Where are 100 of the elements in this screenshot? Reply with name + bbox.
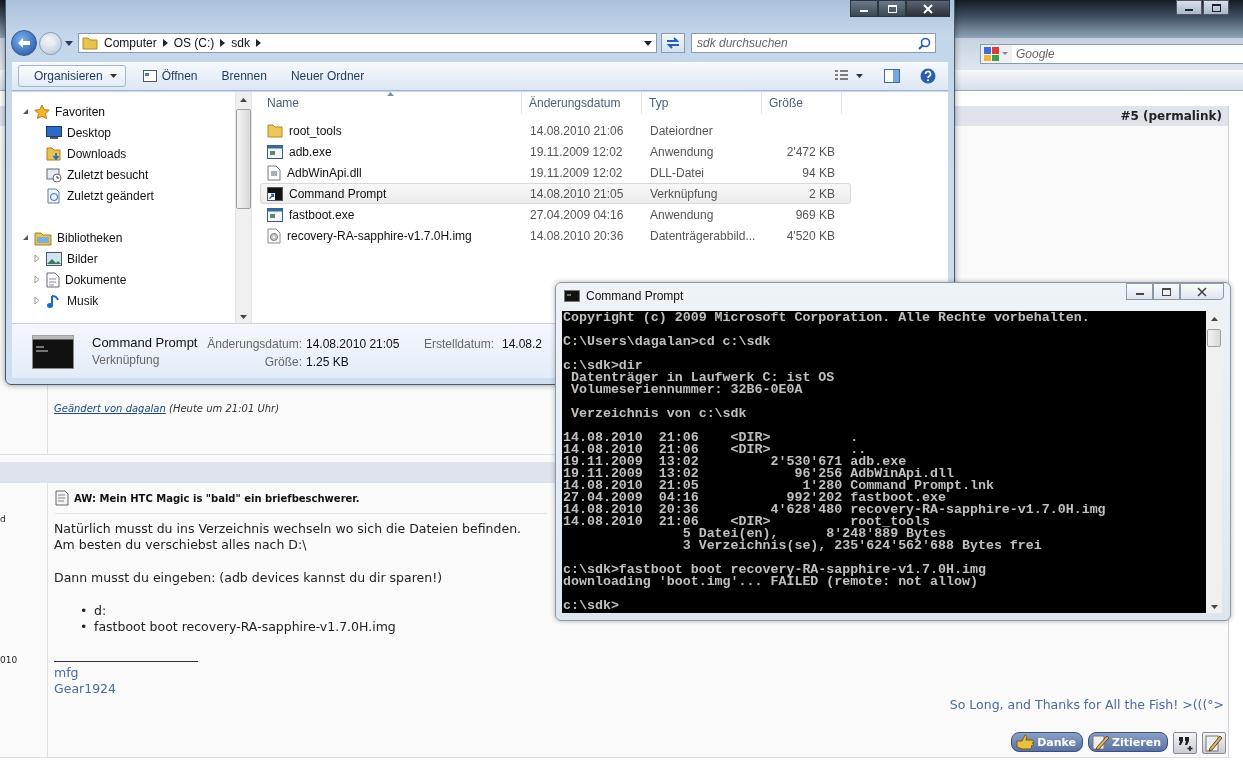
edit-button[interactable] [1202,732,1226,754]
table-cell-text: 19.11.2009 12:02 [529,165,624,180]
nav-item[interactable]: Zuletzt geändert [67,188,154,203]
toolbar-button[interactable]: Brennen [209,65,279,87]
close-icon [1197,286,1207,297]
open-button[interactable]: Öffnen [130,65,210,87]
nav-item[interactable]: Downloads [67,146,127,161]
nav-item[interactable]: Zuletzt besucht [67,167,149,182]
collapsed-arrow-icon[interactable] [34,276,41,283]
quote-button[interactable]: Zitieren [1088,732,1168,752]
scroll-up-icon[interactable] [240,98,247,102]
file-row[interactable]: fastboot.exe 27.04.2009 04:16 Anwendung 969 KB [260,204,851,225]
detail-label: Erstelldatum: [422,337,494,351]
chevron-icon[interactable] [220,39,226,47]
maximize-button[interactable] [878,0,906,17]
dropdown-arrow-icon[interactable] [65,40,73,46]
breadcrumb[interactable]: Computer [104,36,157,50]
breadcrumb[interactable]: sdk [231,36,251,50]
file-name: AdbWinApi.dll [287,165,362,180]
item-name: Command Prompt [92,335,199,352]
minimize-button[interactable] [850,0,878,17]
multi-quote-button[interactable] [1173,732,1197,754]
table-cell-text: 19.11.2009 12:02 [529,144,624,159]
file-row[interactable]: recovery-RA-sapphire-v1.7.0H.img 14.08.2010 20:36 Datenträgerabbild... 4'520 KB [260,225,851,246]
column-header[interactable]: Größe [762,92,842,114]
nav-item[interactable]: Dokumente [65,272,127,287]
file-name: recovery-RA-sapphire-v1.7.0H.img [287,228,472,243]
scrollbar[interactable] [1206,311,1222,613]
chevron-icon[interactable] [162,39,168,47]
detail-value: 1.25 KB [306,355,350,369]
forward-arrow-icon [44,38,57,48]
nav-item[interactable]: Bilder [67,251,98,266]
thanks-button[interactable]: Danke [1011,732,1084,752]
minimize-button[interactable] [1126,283,1153,300]
pencil-paper-icon [1205,734,1223,752]
file-row[interactable]: root_tools 14.08.2010 21:06 Dateiordner [260,120,851,141]
scroll-down-icon[interactable] [1210,605,1218,609]
pane-icon [884,69,900,83]
dropdown-arrow-icon[interactable] [644,40,652,46]
chevron-icon[interactable] [256,39,262,47]
address-bar[interactable]: Computer OS (C:) sdk [78,33,657,53]
monitor-icon [46,125,62,140]
nav-item[interactable]: Favoriten [55,104,106,119]
scrollbar[interactable] [235,92,251,323]
toolbar-button[interactable]: Neuer Ordner [278,65,377,87]
nav-item[interactable]: Bibliotheken [57,230,123,245]
author-info-text: d [0,514,6,524]
table-cell: 2'472 KB [786,144,835,159]
minimize-button[interactable] [1176,0,1202,15]
edit-link[interactable]: Geändert von dagalan [54,403,166,414]
console-line: Volumeseriennummer: 32B6-0E0A [569,384,804,396]
expanded-arrow-icon[interactable] [22,108,29,115]
table-cell: 2 KB [809,186,835,201]
scroll-thumb[interactable] [236,109,251,209]
collapsed-arrow-icon[interactable] [34,297,41,304]
scroll-down-icon[interactable] [240,315,247,319]
signature-text: mfg [54,665,80,681]
console-line: 14.08.2010 21:05 1'280 Command Prompt.lnk [563,480,995,492]
file-row[interactable]: adb.exe 19.11.2009 12:02 Anwendung 2'472 KB [260,141,851,162]
scroll-up-icon[interactable] [1210,317,1218,321]
collapsed-arrow-icon[interactable] [34,255,41,262]
search-engine-button[interactable] [980,44,1012,64]
file-row[interactable]: AdbWinApi.dll 19.11.2009 12:02 DLL-Datei 94 KB [260,162,851,183]
scroll-thumb[interactable] [1207,329,1221,347]
close-button[interactable] [1180,283,1224,300]
console-line: c:\sdk>dir [563,360,643,372]
caret-icon [109,74,117,78]
folder-icon [267,123,283,138]
console-line: 27.04.2009 04:16 992'202 fastboot.exe [563,492,946,504]
maximize-button[interactable] [1203,0,1229,15]
table-cell: 4'520 KB [786,228,835,243]
maximize-button[interactable] [1153,283,1180,300]
file-name: root_tools [289,123,342,138]
console-line: downloading 'boot.img'... FAILED (remote: not allow) [563,576,978,588]
back-button[interactable] [11,30,37,56]
file-row[interactable]: Command Prompt 14.08.2010 21:05 Verknüpfung 2 KB [260,183,851,204]
close-button[interactable] [906,0,950,17]
console-line: 19.11.2009 13:02 96'256 AdbWinApi.dll [563,468,954,480]
detail-label: Änderungsdatum: [206,337,302,351]
close-icon [923,3,933,14]
refresh-button[interactable] [661,33,685,53]
table-cell-text: Verknüpfung [649,186,719,201]
nav-item[interactable]: Desktop [67,125,112,140]
recent-places-icon [46,166,62,183]
music-note-icon [46,292,62,309]
window-title: Command Prompt [586,289,684,303]
nav-item[interactable]: Musik [67,293,99,308]
pencil-paper-icon [1092,734,1111,750]
list-item: • fastboot boot recovery-RA-sapphire-v1.7.0H.img [80,619,396,635]
console-shortcut-icon [267,186,283,201]
expanded-arrow-icon[interactable] [22,234,29,241]
search-field[interactable]: Google [1012,44,1243,64]
permalink[interactable]: #5 (permalink) [1120,109,1222,123]
organize-menu-button[interactable]: Organisieren [18,65,126,87]
post-text: Am besten du verschiebst alles nach D:\ [54,537,307,553]
column-header[interactable]: Änderungsdatum [522,92,642,114]
console-line: 14.08.2010 20:36 4'628'480 recovery-RA-sapphire-v1.7.0H.img [563,504,1107,516]
document-clock-icon [46,187,62,204]
column-header[interactable]: Typ [642,92,762,114]
breadcrumb[interactable]: OS (C:) [173,36,215,50]
